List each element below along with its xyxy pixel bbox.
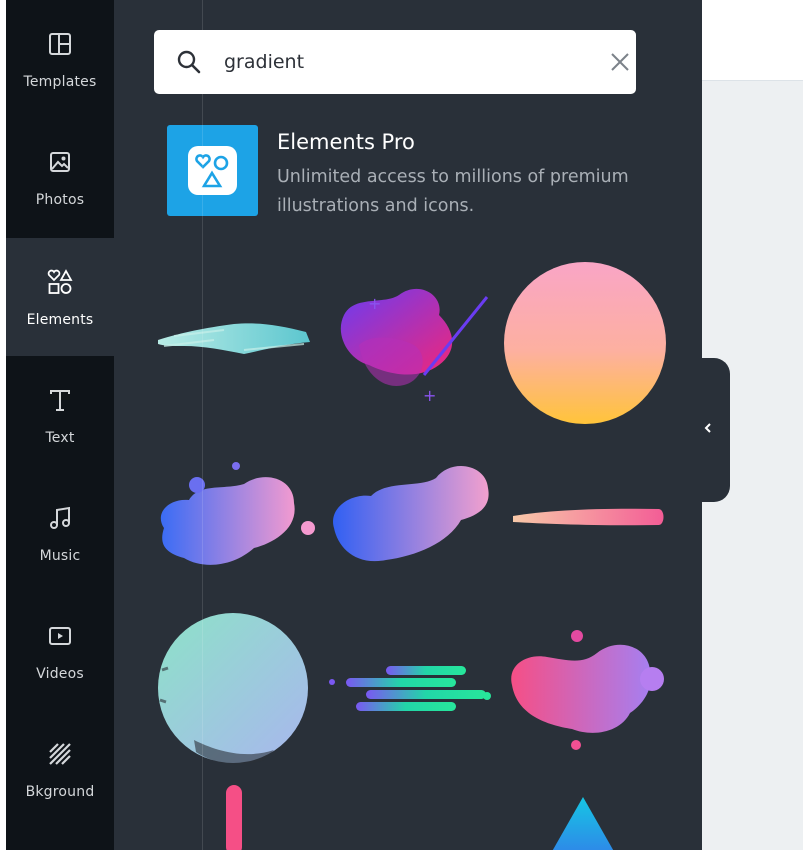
text-icon bbox=[42, 386, 78, 414]
sidebar-item-videos[interactable]: Videos bbox=[6, 592, 114, 710]
sidebar-item-text[interactable]: Text bbox=[6, 356, 114, 474]
videos-icon bbox=[42, 622, 78, 650]
sidebar-item-photos[interactable]: Photos bbox=[6, 118, 114, 236]
result-item-teal-brush-stroke[interactable] bbox=[154, 310, 314, 370]
result-item-teal-grunge-circle[interactable] bbox=[154, 610, 314, 770]
sidebar-item-templates[interactable]: Templates bbox=[6, 0, 114, 118]
svg-text:+: + bbox=[368, 294, 381, 313]
result-item-blue-triangle[interactable] bbox=[544, 795, 624, 850]
result-item-pink-yellow-gradient-circle[interactable] bbox=[502, 260, 668, 426]
collapse-panel-button[interactable] bbox=[698, 358, 730, 502]
editor-top-bar bbox=[702, 0, 803, 81]
elements-pro-icon[interactable] bbox=[167, 125, 258, 216]
alignment-guide-line bbox=[202, 0, 203, 850]
sidebar-item-label: Photos bbox=[35, 192, 85, 208]
chevron-left-icon bbox=[702, 420, 714, 436]
sidebar-item-elements[interactable]: Elements bbox=[6, 238, 114, 356]
sidebar-item-label: Videos bbox=[36, 666, 84, 682]
result-item-peach-pink-brush-line[interactable] bbox=[509, 500, 669, 536]
close-icon[interactable] bbox=[610, 52, 630, 72]
music-icon bbox=[42, 504, 78, 532]
templates-icon bbox=[42, 30, 78, 58]
sidebar-item-label: Templates bbox=[23, 74, 97, 90]
sidebar-item-label: Elements bbox=[26, 312, 94, 328]
result-item-purple-pink-blob-with-line[interactable]: + + bbox=[324, 275, 494, 405]
result-item-pink-vertical-bar[interactable] bbox=[224, 785, 244, 850]
result-item-teal-green-speed-lines[interactable] bbox=[326, 660, 496, 720]
background-icon bbox=[42, 740, 78, 768]
sidebar: Templates Photos Elements Text Music Vid… bbox=[6, 0, 114, 850]
promo-title[interactable]: Elements Pro bbox=[277, 130, 415, 154]
result-item-blue-pink-blob[interactable] bbox=[326, 458, 496, 573]
search-input[interactable] bbox=[224, 44, 564, 80]
search-bar bbox=[154, 30, 636, 94]
sidebar-item-label: Text bbox=[45, 430, 75, 446]
elements-icon bbox=[42, 268, 78, 296]
search-icon bbox=[176, 49, 202, 75]
sidebar-item-music[interactable]: Music bbox=[6, 474, 114, 592]
result-item-blue-pink-blob-with-dots[interactable] bbox=[154, 458, 319, 573]
sidebar-item-background[interactable]: Bkground bbox=[6, 710, 114, 828]
sidebar-item-label: Bkground bbox=[25, 784, 95, 800]
promo-description: Unlimited access to millions of premium … bbox=[277, 167, 629, 216]
sidebar-item-label: Music bbox=[39, 548, 81, 564]
svg-text:+: + bbox=[423, 386, 436, 405]
photos-icon bbox=[42, 148, 78, 176]
result-item-pink-purple-blob-with-dots[interactable] bbox=[502, 625, 672, 755]
